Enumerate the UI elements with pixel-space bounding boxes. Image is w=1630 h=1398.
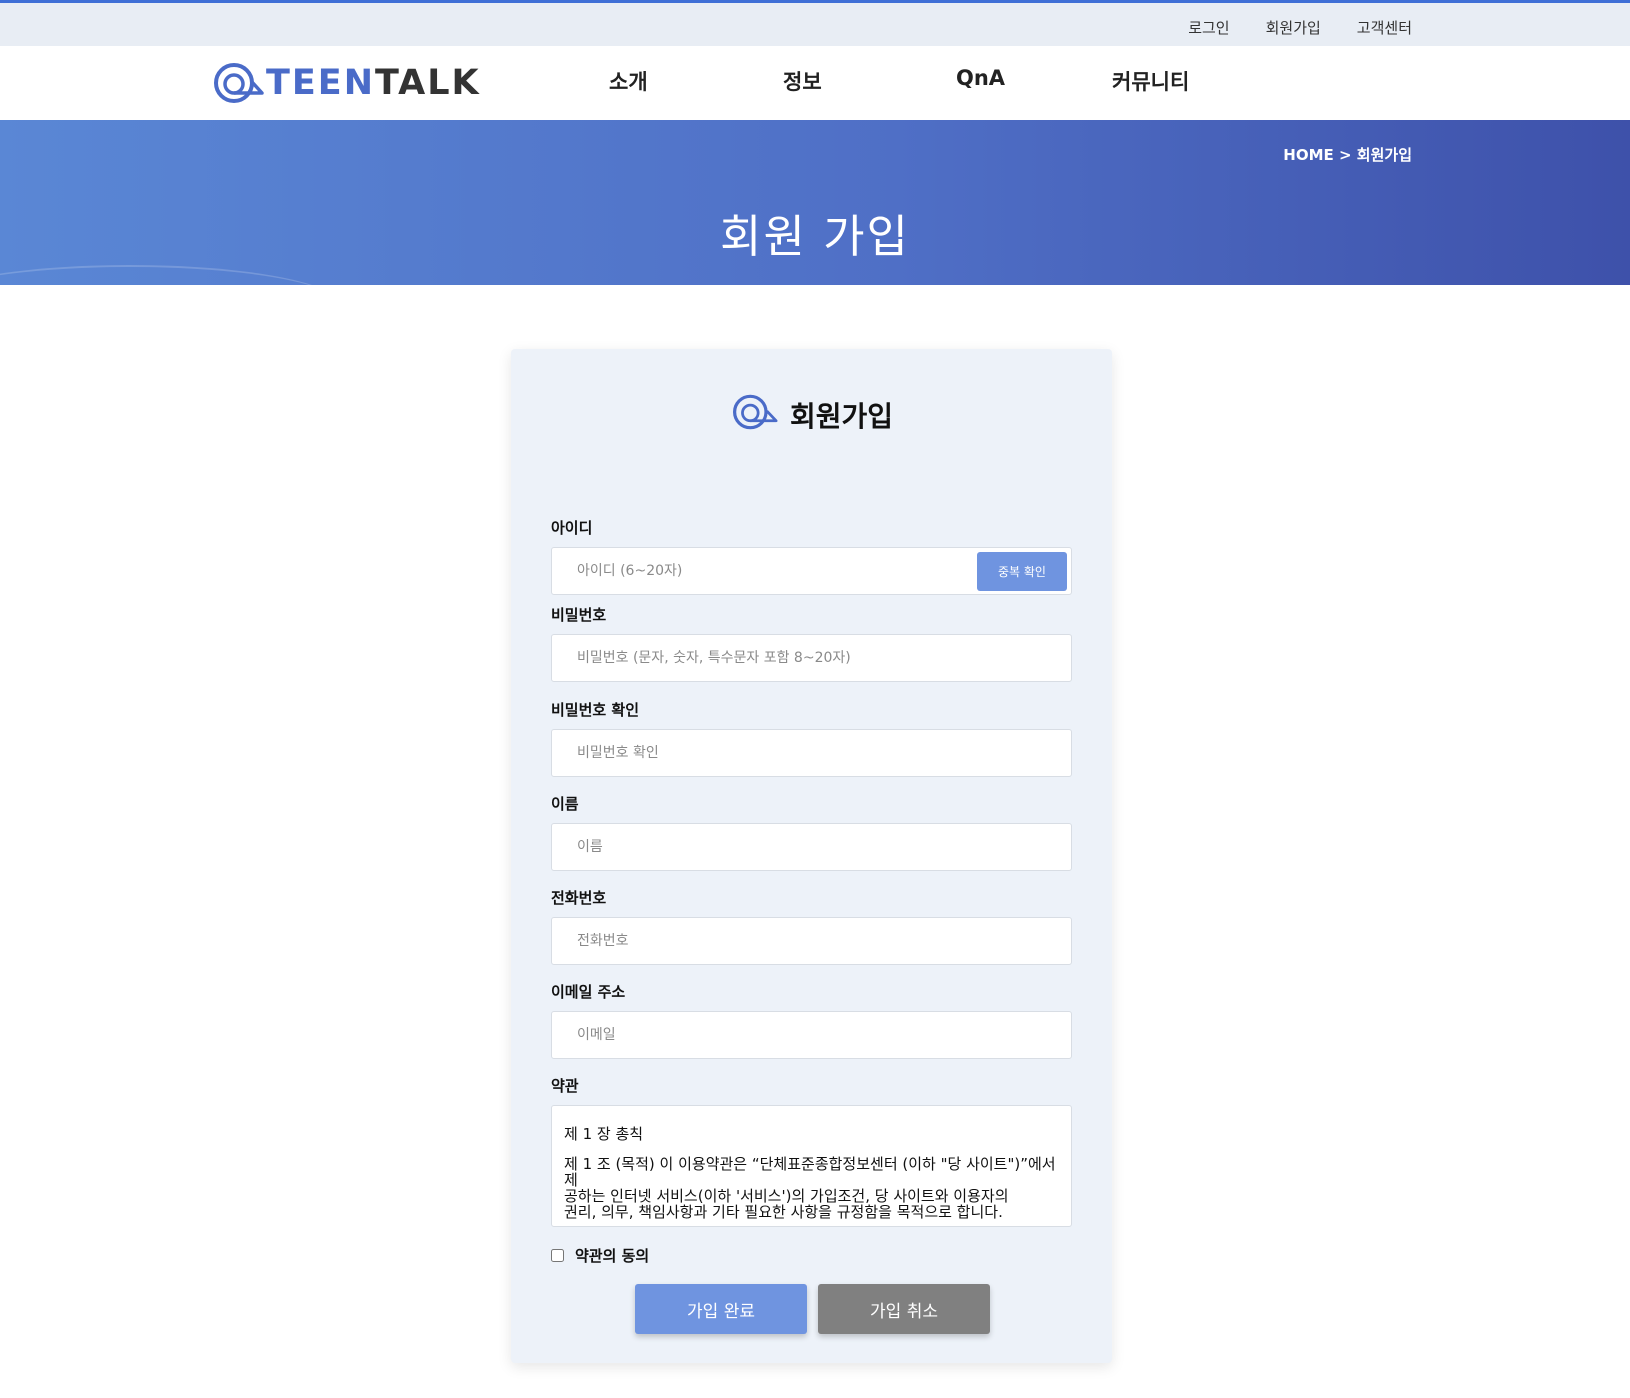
logo-text: TEENTALK xyxy=(266,63,481,103)
terms-heading: 제 1 장 총칙 xyxy=(564,1125,644,1143)
utility-links: 로그인 회원가입 고객센터 xyxy=(1188,17,1412,38)
phone-input[interactable] xyxy=(551,917,1072,965)
terms-line: 공하는 인터넷 서비스(이하 '서비스')의 가입조건, 당 사이트와 이용자의 xyxy=(564,1187,1009,1205)
utility-bar: 로그인 회원가입 고객센터 xyxy=(0,3,1630,46)
nav-info[interactable]: 정보 xyxy=(783,66,822,96)
duplicate-check-button[interactable]: 중복 확인 xyxy=(977,552,1067,591)
password-input[interactable] xyxy=(551,634,1072,682)
email-input[interactable] xyxy=(551,1011,1072,1059)
terms-label: 약관 xyxy=(551,1077,579,1095)
terms-line: 권리, 의무, 책임사항과 기타 필요한 사항을 규정함을 목적으로 합니다. xyxy=(564,1203,1003,1221)
page-title: 회원 가입 xyxy=(720,210,910,263)
terms-agree-checkbox[interactable] xyxy=(551,1249,564,1262)
banner-wave-decoration xyxy=(0,265,340,285)
speech-bubble-logo-icon xyxy=(214,63,264,103)
page-banner: HOME > 회원가입 회원 가입 xyxy=(0,120,1630,285)
password-confirm-label: 비밀번호 확인 xyxy=(551,701,640,719)
id-label: 아이디 xyxy=(551,519,593,537)
nav-intro[interactable]: 소개 xyxy=(609,66,648,96)
signup-link[interactable]: 회원가입 xyxy=(1266,17,1321,38)
breadcrumb: HOME > 회원가입 xyxy=(1283,146,1412,164)
terms-line: 제 1 조 (목적) 이 이용약관은 “단체표준종합정보센터 (이하 "당 사이… xyxy=(564,1155,1056,1189)
password-confirm-input[interactable] xyxy=(551,729,1072,777)
signup-submit-button[interactable]: 가입 완료 xyxy=(635,1284,807,1334)
phone-label: 전화번호 xyxy=(551,889,607,907)
site-logo[interactable]: TEENTALK xyxy=(212,62,481,104)
email-label: 이메일 주소 xyxy=(551,983,626,1001)
speech-bubble-logo-icon xyxy=(732,394,778,430)
terms-textbox[interactable]: 제 1 장 총칙 제 1 조 (목적) 이 이용약관은 “단체표준종합정보센터 … xyxy=(551,1105,1072,1227)
signup-card-title: 회원가입 xyxy=(789,400,894,433)
name-input[interactable] xyxy=(551,823,1072,871)
name-label: 이름 xyxy=(551,795,579,813)
signup-cancel-button[interactable]: 가입 취소 xyxy=(818,1284,990,1334)
logo-text-talk: TALK xyxy=(374,63,481,103)
support-link[interactable]: 고객센터 xyxy=(1357,17,1412,38)
password-label: 비밀번호 xyxy=(551,606,607,624)
login-link[interactable]: 로그인 xyxy=(1188,17,1229,38)
logo-text-teen: TEEN xyxy=(266,63,375,103)
nav-community[interactable]: 커뮤니티 xyxy=(1112,66,1189,96)
terms-agree-label: 약관의 동의 xyxy=(575,1247,650,1265)
signup-card-header: 회원가입 xyxy=(511,389,1112,435)
terms-agree-row[interactable]: 약관의 동의 xyxy=(551,1245,649,1266)
main-navbar: TEENTALK 소개 정보 QnA 커뮤니티 xyxy=(0,46,1630,120)
signup-card: 회원가입 아이디 중복 확인 비밀번호 비밀번호 확인 이름 전화번호 이메일 … xyxy=(511,349,1112,1363)
nav-qna[interactable]: QnA xyxy=(956,66,1005,90)
